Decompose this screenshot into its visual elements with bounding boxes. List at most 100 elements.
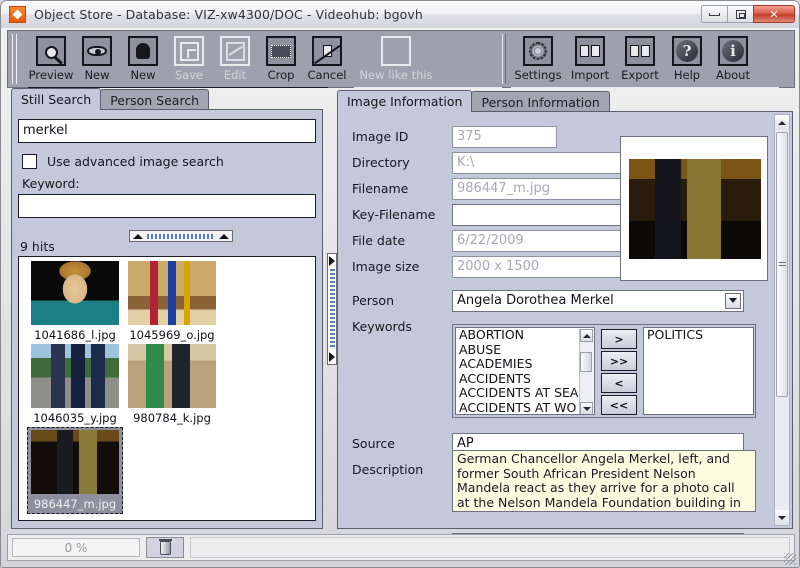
remove-keyword-button[interactable]: < (601, 373, 637, 393)
restore-button[interactable] (727, 5, 754, 23)
thumbnail-filename: 1045969_o.jpg (129, 328, 215, 342)
thumbnail-image (31, 430, 119, 494)
minimize-button[interactable] (701, 5, 728, 23)
thumbnail-item[interactable]: 980784_k.jpg (124, 344, 220, 425)
left-tabstrip: Still Search Person Search (11, 88, 210, 110)
tab-still-search[interactable]: Still Search (11, 88, 102, 110)
description-textarea[interactable]: German Chancellor Angela Merkel, left, a… (452, 450, 756, 512)
thumbnail-filename: 986447_m.jpg (33, 497, 117, 511)
resize-grip[interactable] (784, 553, 796, 565)
keyword-input[interactable] (18, 194, 316, 218)
scroll-down-icon[interactable] (580, 402, 593, 414)
keyword-option[interactable]: ABORTION (456, 328, 594, 343)
new-person-button[interactable]: New (120, 33, 166, 87)
tab-person-search[interactable]: Person Search (100, 89, 210, 110)
splitter-grip (147, 233, 215, 239)
person-combobox-value: Angela Dorothea Merkel (457, 292, 614, 308)
thumbnail-image (128, 261, 216, 325)
thumbnail-item[interactable]: 1046035_y.jpg (27, 344, 123, 425)
settings-button[interactable]: Settings (511, 33, 565, 87)
advanced-search-checkbox[interactable] (22, 154, 37, 169)
gear-icon (523, 36, 553, 66)
application-window: Object Store - Database: VIZ-xw4300/DOC … (0, 0, 800, 568)
scroll-up-icon[interactable] (580, 329, 593, 342)
import-button[interactable]: Import (565, 33, 615, 87)
keyword-option[interactable]: ABUSE (456, 342, 594, 358)
thumbnail-item[interactable]: 1041686_l.jpg (27, 261, 123, 342)
preview-button[interactable]: Preview (28, 33, 74, 87)
keyword-option[interactable]: ACADEMIES (456, 357, 594, 372)
toolbar-underline-mid (354, 87, 502, 88)
export-button[interactable]: Export (615, 33, 665, 87)
scroll-down-icon[interactable] (775, 510, 789, 525)
close-button[interactable]: ✕ (753, 5, 795, 23)
keyword-option[interactable]: ACCIDENTS (456, 371, 594, 387)
field-label: Keywords (352, 319, 412, 334)
thumbnail-item[interactable]: 1045969_o.jpg (124, 261, 220, 342)
search-input[interactable]: merkel (18, 119, 316, 143)
advanced-search-label: Use advanced image search (47, 154, 224, 169)
scroll-up-icon[interactable] (775, 115, 789, 130)
thumbnail-results-list[interactable]: 1041686_l.jpg 1045969_o.jpg 1046035_y.jp… (18, 256, 316, 521)
chevron-down-icon[interactable] (725, 292, 741, 309)
help-icon: ? (672, 36, 702, 66)
splitter-up-left-icon (133, 233, 143, 239)
advanced-search-row[interactable]: Use advanced image search (22, 154, 224, 169)
edit-button-label: Edit (223, 68, 247, 82)
keywords-available-list[interactable]: ABORTION ABUSE ACADEMIES ACCIDENTS ACCID… (455, 327, 595, 415)
field-label: Image size (352, 259, 420, 274)
image-preview (629, 159, 761, 259)
toolbar-divider (502, 34, 506, 84)
status-message-area (190, 537, 790, 558)
horizontal-splitter-handle[interactable] (129, 230, 233, 242)
keywords-selector: ABORTION ABUSE ACADEMIES ACCIDENTS ACCID… (452, 324, 756, 418)
tab-person-information[interactable]: Person Information (471, 91, 610, 112)
field-label: Person (352, 293, 395, 308)
add-all-keywords-button[interactable]: >> (601, 351, 637, 371)
new-still-button[interactable]: New (74, 33, 120, 87)
thumbnail-item-selected[interactable]: 986447_m.jpg (27, 427, 123, 514)
image-id-field: 375 (452, 125, 557, 148)
settings-button-label: Settings (514, 68, 562, 82)
keywords-selected-list[interactable]: POLITICS (643, 327, 754, 415)
crop-eye-icon (266, 36, 296, 66)
image-preview-box (620, 136, 768, 281)
help-button-label: Help (673, 68, 701, 82)
import-icon (575, 36, 605, 66)
preview-magnifier-icon (36, 36, 66, 66)
cancel-button[interactable]: Cancel (304, 33, 350, 87)
thumbnail-filename: 1046035_y.jpg (33, 411, 117, 425)
field-label: Description (352, 462, 424, 477)
image-information-panel: Image ID 375 Directory K:\ Filename 9864… (337, 111, 793, 555)
right-panel-scrollbar[interactable] (774, 114, 790, 526)
keywords-scrollbar-thumb[interactable] (580, 352, 592, 372)
field-label: Directory (352, 155, 410, 170)
about-icon: i (718, 36, 748, 66)
scrollbar-thumb[interactable] (776, 132, 788, 397)
new-still-button-label: New (84, 68, 110, 82)
help-button[interactable]: ? Help (665, 33, 709, 87)
tab-image-information[interactable]: Image Information (337, 90, 473, 112)
crop-button[interactable]: Crop (258, 33, 304, 87)
about-button[interactable]: i About (709, 33, 757, 87)
keyword-option[interactable]: ACCIDENTS AT SEA (456, 386, 594, 401)
trash-button[interactable] (146, 537, 184, 558)
progress-indicator: 0 % (12, 538, 140, 557)
vertical-splitter-handle[interactable] (327, 253, 337, 365)
edit-button: Edit (212, 33, 258, 87)
thumbnail-image (128, 344, 216, 408)
add-keyword-button[interactable]: > (601, 329, 637, 349)
field-label: Image ID (352, 129, 409, 144)
splitter-right-top-icon (329, 256, 335, 266)
remove-all-keywords-button[interactable]: << (601, 395, 637, 415)
keywords-list-scrollbar[interactable] (579, 329, 593, 414)
selected-keyword[interactable]: POLITICS (644, 328, 753, 343)
thumbnail-image (31, 344, 119, 408)
crop-button-label: Crop (267, 68, 295, 82)
export-button-label: Export (621, 68, 659, 82)
person-combobox[interactable]: Angela Dorothea Merkel (452, 289, 744, 312)
new-like-this-button: New like this (354, 33, 438, 87)
keyword-option[interactable]: ACCIDENTS AT WO (456, 400, 594, 414)
main-toolbar: Preview New New Save Edit Crop Cancel Ne… (7, 30, 795, 88)
export-icon (625, 36, 655, 66)
